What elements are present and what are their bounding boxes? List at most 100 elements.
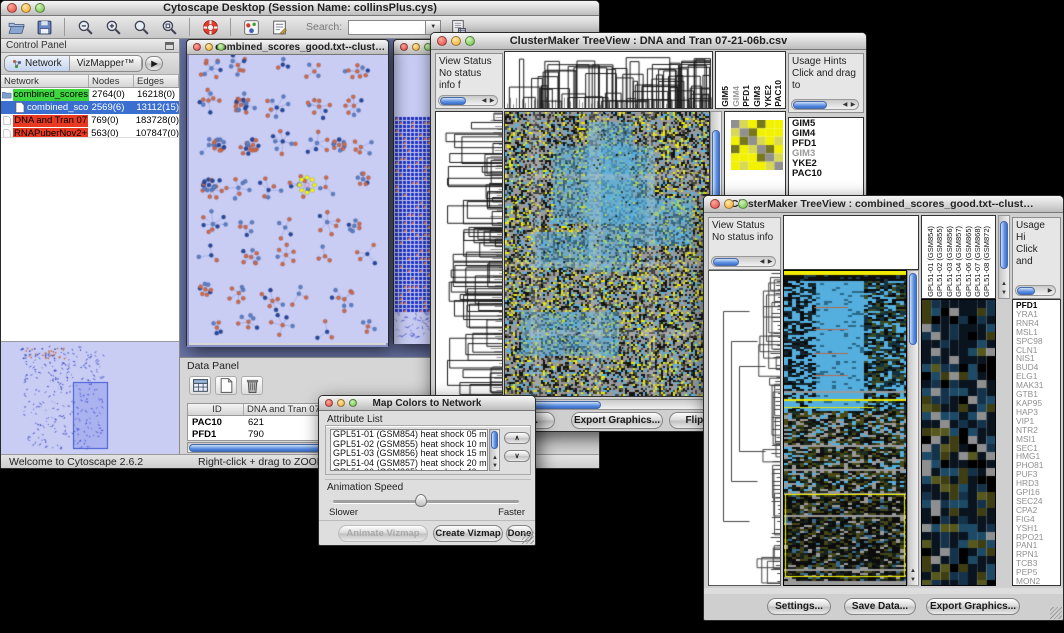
annotation-button[interactable] [268,18,290,37]
scroll-left-icon[interactable]: ◀ [841,99,849,111]
resize-grip[interactable] [1050,607,1062,619]
help-button[interactable] [199,18,221,37]
birdseye-canvas[interactable] [1,342,179,454]
attribute-listbox[interactable]: GPL51-01 (GSM854) heat shock 05 minGPL51… [330,429,488,471]
heatmap-hscrollbar[interactable]: ◀▶ [504,399,722,410]
heatmap-canvas[interactable] [505,112,709,396]
main-titlebar[interactable]: Cytoscape Desktop (Session Name: collins… [1,1,599,16]
column-label[interactable]: GPL51-02 (GSM855) [935,226,944,297]
animate-vizmap-button[interactable]: Animate Vizmap [338,525,428,542]
scroll-left-icon[interactable]: ◀ [480,95,488,107]
scroll-thumb[interactable] [909,273,917,345]
minimize-button[interactable] [205,43,213,51]
close-button[interactable] [710,199,720,209]
column-label[interactable]: GIM4 [731,86,742,107]
network-row-combined-scores[interactable]: combined_scores 2764(0) 16218(0) [1,88,179,101]
scroll-up-icon[interactable]: ▲ [999,281,1009,287]
h-scrollbar[interactable]: ◀▶ [438,95,498,106]
network-row-dna-tran[interactable]: DNA and Tran 07 769(0) 183728(0) [1,114,179,127]
scroll-thumb[interactable] [713,258,739,266]
main-heatmap-panel[interactable] [783,270,907,586]
save-data-button[interactable]: Save Data... [844,598,916,615]
zoom-button[interactable] [217,43,225,51]
create-vizmap-button[interactable]: Create Vizmap [433,525,503,542]
select-attributes-button[interactable] [189,376,211,395]
scroll-right-icon[interactable]: ▶ [766,256,774,268]
close-button[interactable] [400,43,408,51]
column-label[interactable]: GPL51-01 (GSM854) [926,226,935,297]
scroll-thumb[interactable] [491,431,498,449]
zoom-selected-button[interactable] [158,18,180,37]
network-row-combined-sco-selected[interactable]: combined_sco 2569(6) 13112(15) [1,101,179,114]
more-tabs-button[interactable]: ▶ [145,56,163,71]
col-id[interactable]: ID [188,404,244,415]
column-dendrogram-panel[interactable] [783,215,919,270]
network2-titlebar[interactable] [394,40,433,55]
column-label[interactable]: GPL51-04 (GSM857) [954,226,963,297]
birdseye-view[interactable] [1,341,179,454]
move-down-button[interactable]: ∨ [504,450,530,462]
network2-canvas[interactable] [394,55,433,344]
close-button[interactable] [193,43,201,51]
zoom-button[interactable] [349,399,357,407]
scroll-right-icon[interactable]: ▶ [488,95,496,107]
scroll-up-icon[interactable]: ▲ [908,568,918,574]
scroll-thumb[interactable] [1000,221,1008,269]
global-heatmap-panel[interactable] [504,111,710,397]
minimize-button[interactable] [412,43,420,51]
float-panel-icon[interactable] [165,42,174,50]
minimize-button[interactable] [337,399,345,407]
zoom-vscrollbar[interactable]: ▲ ▼ [998,215,1010,299]
close-button[interactable] [7,3,17,13]
zoom-heatmap-panel[interactable] [921,299,996,586]
zoom-in-button[interactable] [102,18,124,37]
gene-label[interactable]: PAC10 [792,169,863,179]
delete-attribute-button[interactable] [241,376,263,395]
row-dendrogram-panel[interactable] [708,270,781,586]
speed-slider-thumb[interactable] [415,494,427,507]
column-label[interactable]: GPL51-06 (GSM865) [964,226,973,297]
column-label[interactable]: PFD1 [741,85,752,107]
attribute-list-item[interactable]: GPL51-06 (GSM865) heat shock 40 min [331,468,487,471]
gene-label[interactable]: MON2 [1016,577,1060,586]
treeview1-titlebar[interactable]: ClusterMaker TreeView : DNA and Tran 07-… [431,33,866,50]
h-scrollbar[interactable]: ◀▶ [791,99,859,110]
col-edges[interactable]: Edges [134,75,179,87]
resize-grip[interactable] [522,532,534,544]
new-attribute-button[interactable] [215,376,237,395]
close-button[interactable] [437,36,447,46]
zoom-heatmap-canvas[interactable] [731,120,783,170]
zoom-fit-button[interactable] [130,18,152,37]
tab-vizmapper[interactable]: VizMapper™ [70,56,143,71]
close-button[interactable] [325,399,333,407]
h-scrollbar[interactable]: ▶ [1015,285,1056,296]
open-file-button[interactable] [5,18,27,37]
column-label[interactable]: GIM3 [752,86,763,107]
heatmap-canvas[interactable] [784,271,906,585]
column-dendrogram-panel[interactable] [504,51,713,109]
scroll-up-icon[interactable]: ▲ [490,455,500,461]
minimize-button[interactable] [21,3,31,13]
column-label[interactable]: PAC10 [773,80,784,107]
minimize-button[interactable] [724,199,734,209]
heatmap-vscrollbar[interactable]: ▲ ▼ [907,270,919,586]
search-input[interactable] [348,20,426,35]
export-graphics-button[interactable]: Export Graphics... [571,412,663,429]
scroll-left-icon[interactable]: ◀ [758,256,766,268]
dialog-titlebar[interactable]: Map Colors to Network [319,396,535,411]
tab-network[interactable]: Network [5,56,70,71]
zoom-heatmap-canvas[interactable] [922,300,995,585]
save-button[interactable] [33,18,55,37]
column-label[interactable]: GPL51-07 (GSM868) [973,226,982,297]
col-nodes[interactable]: Nodes [89,75,134,87]
scroll-thumb[interactable] [793,101,827,109]
zoom-out-button[interactable] [74,18,96,37]
zoom-button[interactable] [738,199,748,209]
h-scrollbar[interactable]: ◀▶ [711,256,776,267]
row-dendrogram-panel[interactable] [435,111,503,397]
minimize-button[interactable] [451,36,461,46]
column-label[interactable]: GPL51-03 (GSM856) [945,226,954,297]
scroll-down-icon[interactable]: ▼ [908,577,918,583]
network-canvas[interactable] [189,55,388,343]
export-graphics-button[interactable]: Export Graphics... [926,598,1020,615]
